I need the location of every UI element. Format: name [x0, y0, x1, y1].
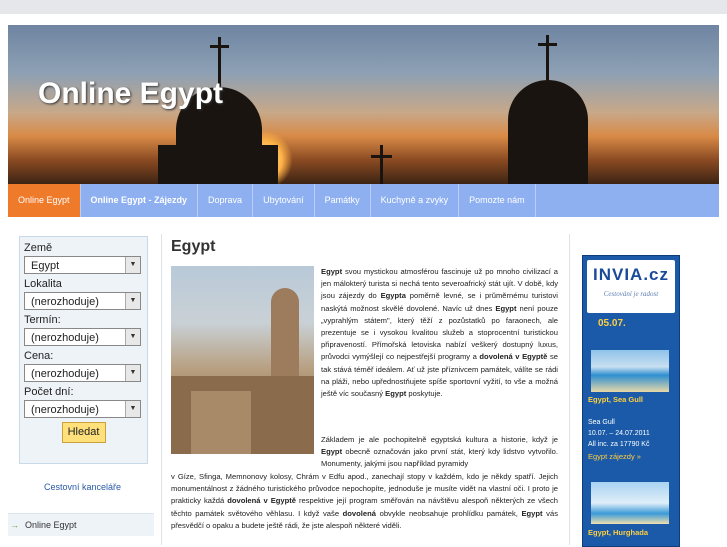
invia-tagline: Cestování je radost	[603, 290, 659, 298]
invia-brand: INVIA.cz	[592, 265, 670, 284]
sidebar-item-label: Online Egypt	[25, 520, 77, 530]
offer1-dates: 10.07. – 24.07.2011	[588, 430, 650, 437]
article-heading: Egypt	[171, 238, 216, 255]
date-label: Termín:	[24, 314, 61, 326]
chevron-down-icon: ▼	[125, 365, 140, 381]
chevron-down-icon: ▼	[125, 293, 140, 309]
hurghada-photo	[591, 482, 669, 524]
header-banner: Online Egypt	[8, 25, 719, 184]
locality-value: (nerozhoduje)	[31, 296, 99, 308]
arrow-right-icon: →	[10, 520, 19, 530]
sea-gull-hotel-photo	[591, 350, 669, 392]
travel-agencies-link[interactable]: Cestovní kanceláře	[19, 482, 146, 492]
article-paragraph-1: Egypt svou mystickou atmosférou fascinuj…	[321, 267, 558, 399]
church-right-silhouette	[508, 80, 588, 184]
country-label: Země	[24, 242, 53, 254]
offer1-price: All inc. za 17790 Kč	[588, 441, 650, 448]
nav-tab-ubytovani[interactable]: Ubytování	[253, 184, 315, 217]
days-value: (nerozhoduje)	[31, 404, 99, 416]
offer1-title[interactable]: Egypt, Sea Gull	[588, 395, 643, 404]
nav-tab-doprava[interactable]: Doprava	[198, 184, 254, 217]
cross-left-bar	[210, 45, 229, 48]
article-paragraph-2b: v Gíze, Sfinga, Memnonovy kolosy, Chrám …	[171, 472, 558, 530]
locality-label: Lokalita	[24, 278, 62, 290]
column-divider	[161, 234, 162, 545]
site-title: Online Egypt	[38, 77, 224, 110]
nav-tab-pamatky[interactable]: Památky	[315, 184, 371, 217]
ad-date: 05.07.	[598, 318, 626, 329]
price-label: Cena:	[24, 350, 54, 362]
main-navigation: Online Egypt Online Egypt - Zájezdy Dopr…	[8, 184, 719, 217]
sidebar-item-online-egypt[interactable]: → Online Egypt	[8, 513, 154, 536]
building-shape	[191, 391, 251, 454]
cross-right-bar	[538, 43, 557, 46]
article-photo	[171, 266, 314, 454]
nav-tab-pomozte[interactable]: Pomozte nám	[459, 184, 536, 217]
nav-tab-online-egypt[interactable]: Online Egypt	[8, 184, 81, 217]
browser-top-strip	[0, 0, 727, 14]
cross-middle-icon	[380, 145, 383, 184]
days-select[interactable]: (nerozhoduje) ▼	[24, 400, 141, 418]
offer1-hotel: Sea Gull	[588, 419, 615, 426]
date-select[interactable]: (nerozhoduje) ▼	[24, 328, 141, 346]
search-button[interactable]: Hledat	[61, 422, 106, 443]
locality-select[interactable]: (nerozhoduje) ▼	[24, 292, 141, 310]
price-value: (nerozhoduje)	[31, 368, 99, 380]
chevron-down-icon: ▼	[125, 329, 140, 345]
chevron-down-icon: ▼	[125, 401, 140, 417]
invia-logo: INVIA.cz Cestování je radost	[587, 260, 675, 313]
days-label: Počet dní:	[24, 386, 74, 398]
offer2-title[interactable]: Egypt, Hurghada	[588, 528, 648, 537]
article-paragraph-2a: Základem je ale pochopitelně egyptská ku…	[321, 435, 558, 469]
date-value: (nerozhoduje)	[31, 332, 99, 344]
church-left-base	[158, 145, 278, 184]
offer1-link[interactable]: Egypt zájezdy »	[588, 452, 641, 461]
nav-tab-zajezdy[interactable]: Online Egypt - Zájezdy	[81, 184, 199, 217]
nav-tab-kuchyne[interactable]: Kuchyně a zvyky	[371, 184, 460, 217]
country-select[interactable]: Egypt ▼	[24, 256, 141, 274]
search-form: Země Egypt ▼ Lokalita (nerozhoduje) ▼ Term…	[19, 236, 148, 464]
price-select[interactable]: (nerozhoduje) ▼	[24, 364, 141, 382]
country-value: Egypt	[31, 260, 60, 272]
invia-advertisement[interactable]: INVIA.cz Cestování je radost 05.07. Egyp…	[582, 255, 680, 547]
cross-middle-bar	[371, 155, 392, 158]
right-column-divider	[569, 234, 570, 545]
chevron-down-icon: ▼	[125, 257, 140, 273]
